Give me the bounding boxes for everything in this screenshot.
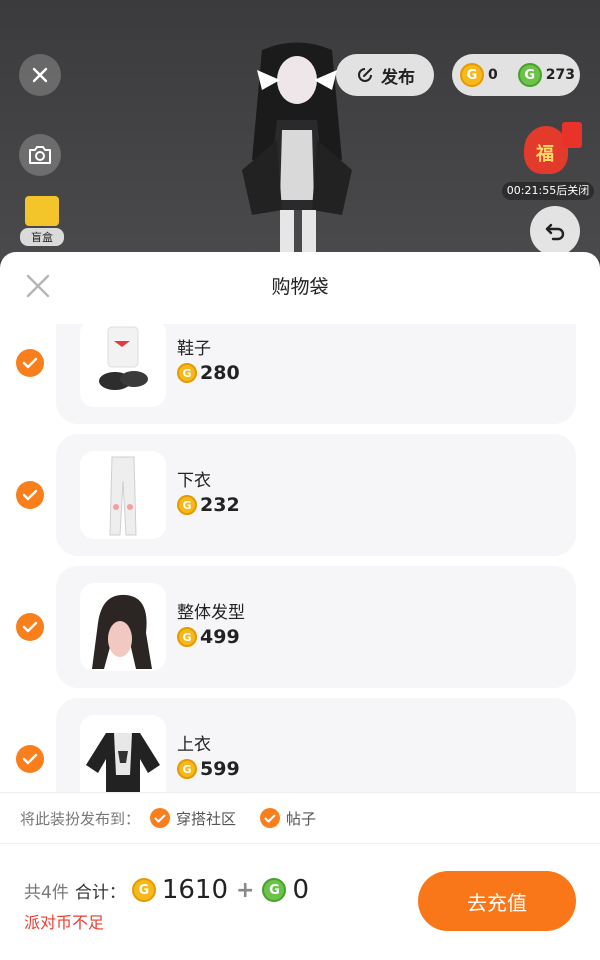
top-icon xyxy=(80,715,166,792)
avatar-scene: 盲盒 发布 G 0 G 273 福 00:21:55后关闭 xyxy=(0,0,600,260)
undo-icon xyxy=(545,223,565,241)
item-card[interactable]: 上衣 G 599 xyxy=(56,698,576,792)
option-label: 帖子 xyxy=(286,809,317,828)
currency-pill[interactable]: G 0 G 273 xyxy=(452,54,580,96)
hairstyle-icon xyxy=(80,583,166,671)
item-price: G 280 xyxy=(177,362,240,384)
plus-sign: + xyxy=(236,877,255,903)
total-line: 共4件 合计： G 1610 + G 0 xyxy=(24,875,309,905)
publish-option-community[interactable]: 穿搭社区 xyxy=(150,808,250,829)
item-name: 下衣 xyxy=(177,471,211,491)
item-checkbox[interactable] xyxy=(16,613,44,641)
check-icon xyxy=(22,489,38,501)
shoes-icon xyxy=(80,324,166,407)
gold-coin-icon: G xyxy=(177,759,197,779)
item-price: G 232 xyxy=(177,494,240,516)
red-envelope-icon xyxy=(562,122,582,148)
item-count: 共4件 xyxy=(24,882,69,903)
shopping-bag-sheet: 购物袋 鞋子 G 280 下衣 G 232 整体发型 G 499 上衣 G 59… xyxy=(0,252,600,960)
gold-total: 1610 xyxy=(161,875,228,905)
cart-list[interactable]: 鞋子 G 280 下衣 G 232 整体发型 G 499 上衣 G 599 xyxy=(0,324,600,792)
item-card[interactable]: 鞋子 G 280 xyxy=(56,324,576,424)
insufficient-warning: 派对币不足 xyxy=(24,913,105,932)
publish-option-post[interactable]: 帖子 xyxy=(260,808,330,829)
blindbox-label: 盲盒 xyxy=(20,228,64,246)
close-icon xyxy=(32,67,48,83)
publish-to-row: 将此装扮发布到： 穿搭社区 帖子 xyxy=(0,792,600,844)
undo-button[interactable] xyxy=(530,206,580,256)
fortune-bag-button[interactable]: 福 00:21:55后关闭 xyxy=(502,118,594,202)
item-price: G 499 xyxy=(177,626,240,648)
gold-coin-icon: G xyxy=(177,495,197,515)
sheet-header: 购物袋 xyxy=(0,252,600,320)
gold-balance: 0 xyxy=(488,67,498,83)
cart-item: 鞋子 G 280 xyxy=(0,324,600,424)
option-label: 穿搭社区 xyxy=(176,809,237,828)
gold-coin-icon: G xyxy=(177,627,197,647)
recharge-button[interactable]: 去充值 xyxy=(418,871,576,931)
checkout-footer: 共4件 合计： G 1610 + G 0 派对币不足 去充值 xyxy=(0,845,600,960)
blindbox-button[interactable]: 盲盒 xyxy=(20,196,64,248)
item-checkbox[interactable] xyxy=(16,745,44,773)
green-balance: 273 xyxy=(545,67,575,83)
cart-item: 整体发型 G 499 xyxy=(0,566,600,688)
item-name: 整体发型 xyxy=(177,603,245,623)
check-icon xyxy=(264,814,276,822)
cart-item: 下衣 G 232 xyxy=(0,434,600,556)
publish-to-label: 将此装扮发布到： xyxy=(20,809,141,828)
gold-coin-icon: G xyxy=(460,63,484,87)
item-name: 鞋子 xyxy=(177,339,211,359)
item-checkbox[interactable] xyxy=(16,349,44,377)
camera-button[interactable] xyxy=(19,134,61,176)
check-icon xyxy=(22,753,38,765)
check-icon xyxy=(154,814,166,822)
gold-coin-icon: G xyxy=(131,878,156,902)
green-total: 0 xyxy=(292,875,309,905)
gold-coin-icon: G xyxy=(177,363,197,383)
blindbox-icon xyxy=(25,196,59,226)
close-scene-button[interactable] xyxy=(19,54,61,96)
option-checkbox[interactable] xyxy=(260,808,281,828)
cart-item: 上衣 G 599 xyxy=(0,698,600,792)
option-checkbox[interactable] xyxy=(150,808,171,828)
publish-icon xyxy=(358,68,372,82)
item-name: 上衣 xyxy=(177,735,211,755)
camera-icon xyxy=(29,146,51,164)
publish-label: 发布 xyxy=(381,67,415,88)
check-icon xyxy=(22,621,38,633)
sum-label: 合计： xyxy=(74,882,126,903)
green-coin-icon: G xyxy=(262,878,287,902)
sheet-title: 购物袋 xyxy=(271,276,329,298)
item-card[interactable]: 下衣 G 232 xyxy=(56,434,576,556)
check-icon xyxy=(22,357,38,369)
item-card[interactable]: 整体发型 G 499 xyxy=(56,566,576,688)
item-checkbox[interactable] xyxy=(16,481,44,509)
fortune-timer: 00:21:55后关闭 xyxy=(502,182,594,200)
leggings-icon xyxy=(80,451,166,539)
publish-button[interactable]: 发布 xyxy=(336,54,434,96)
green-coin-icon: G xyxy=(517,63,542,87)
item-price: G 599 xyxy=(177,758,240,780)
